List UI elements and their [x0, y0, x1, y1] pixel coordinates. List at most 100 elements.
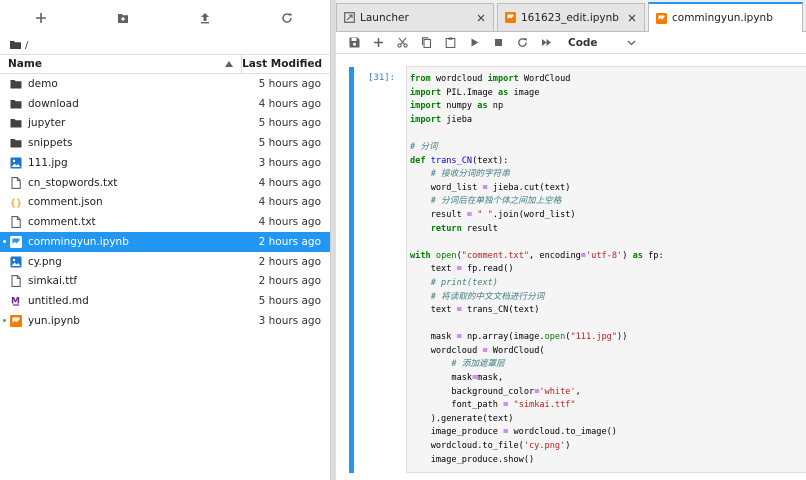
- name-column-header[interactable]: Name: [0, 55, 242, 73]
- file-name: 111.jpg: [28, 156, 68, 169]
- code-line[interactable]: with open("comment.txt", encoding='utf-8…: [410, 250, 806, 264]
- folder-icon[interactable]: [10, 40, 21, 50]
- file-name: jupyter: [28, 117, 66, 130]
- cut-button[interactable]: [390, 32, 414, 54]
- sort-ascending-icon: [225, 61, 233, 67]
- tab-161623-edit[interactable]: 161623_edit.ipynb: [497, 3, 645, 31]
- code-line[interactable]: # 将读取的中文文档进行分词: [410, 291, 806, 305]
- run-button[interactable]: [462, 32, 486, 54]
- code-line[interactable]: from wordcloud import WordCloud: [410, 73, 806, 87]
- code-line[interactable]: import jieba: [410, 114, 806, 128]
- modified-column-header[interactable]: Last Modified: [242, 58, 330, 70]
- file-item[interactable]: jupyter 5 hours ago: [0, 114, 330, 134]
- file-item[interactable]: cy.png 2 hours ago: [0, 252, 330, 272]
- file-modified: 5 hours ago: [258, 137, 321, 150]
- text-file-icon: [10, 176, 22, 189]
- code-line[interactable]: mask=mask,: [410, 372, 806, 386]
- file-item[interactable]: Muntitled.md 5 hours ago: [0, 291, 330, 311]
- paste-button[interactable]: [438, 32, 462, 54]
- file-modified: 5 hours ago: [258, 77, 321, 90]
- file-modified: 3 hours ago: [258, 156, 321, 169]
- run-all-button[interactable]: [534, 32, 558, 54]
- notebook-icon: [10, 314, 22, 327]
- refresh-icon: [282, 13, 292, 23]
- copy-button[interactable]: [414, 32, 438, 54]
- restart-button[interactable]: [510, 32, 534, 54]
- code-line[interactable]: [410, 318, 806, 332]
- code-line[interactable]: # 分词后在单独个体之间加上空格: [410, 195, 806, 209]
- code-line[interactable]: [410, 236, 806, 250]
- stop-button[interactable]: [486, 32, 510, 54]
- tab-label: 161623_edit.ipynb: [521, 11, 619, 24]
- code-line[interactable]: background_color='white',: [410, 386, 806, 400]
- file-item[interactable]: snippets 5 hours ago: [0, 133, 330, 153]
- code-line[interactable]: # print(text): [410, 277, 806, 291]
- code-line[interactable]: # 接收分词的字符串: [410, 168, 806, 182]
- code-line[interactable]: # 分词: [410, 141, 806, 155]
- notebook-icon: [656, 12, 667, 24]
- run-icon: [471, 38, 478, 47]
- file-browser-toolbar: [0, 0, 330, 36]
- code-editor[interactable]: from wordcloud import WordCloud import PI…: [406, 66, 806, 473]
- breadcrumb: /: [0, 36, 330, 54]
- code-line[interactable]: result = " ".join(word_list): [410, 209, 806, 223]
- cell-type-dropdown[interactable]: Code: [566, 34, 638, 52]
- code-line[interactable]: wordcloud.to_file('cy.png'): [410, 440, 806, 454]
- folder-icon: [10, 117, 22, 129]
- insert-cell-button[interactable]: [366, 32, 390, 54]
- file-modified: 4 hours ago: [258, 196, 321, 209]
- file-item[interactable]: yun.ipynb 3 hours ago: [0, 311, 330, 331]
- file-item[interactable]: download 4 hours ago: [0, 94, 330, 114]
- chevron-down-icon: [627, 40, 636, 45]
- fast-forward-icon: [541, 39, 551, 46]
- file-item[interactable]: simkai.ttf 2 hours ago: [0, 272, 330, 292]
- running-indicator: [3, 240, 6, 243]
- code-line[interactable]: import PIL.Image as image: [410, 87, 806, 101]
- code-line[interactable]: [410, 127, 806, 141]
- code-line[interactable]: text = trans_CN(text): [410, 304, 806, 318]
- tab-launcher[interactable]: Launcher: [336, 3, 494, 31]
- code-line[interactable]: font_path = "simkai.ttf": [410, 399, 806, 413]
- save-icon: [349, 37, 359, 48]
- code-line[interactable]: return result: [410, 223, 806, 237]
- cell-type-value: Code: [568, 36, 598, 49]
- file-modified: 5 hours ago: [258, 295, 321, 308]
- upload-icon: [201, 13, 209, 24]
- close-icon[interactable]: [627, 13, 637, 23]
- tab-commingyun[interactable]: commingyun.ipynb: [648, 2, 803, 32]
- code-line[interactable]: word_list = jieba.cut(text): [410, 182, 806, 196]
- folder-icon: [10, 98, 22, 110]
- close-icon[interactable]: [476, 13, 486, 23]
- code-line[interactable]: mask = np.array(image.open("111.jpg")): [410, 331, 806, 345]
- file-list-header: Name Last Modified: [0, 54, 330, 74]
- file-name: cn_stopwords.txt: [28, 176, 118, 189]
- file-name: demo: [28, 77, 58, 90]
- code-line[interactable]: def trans_CN(text):: [410, 155, 806, 169]
- refresh-button[interactable]: [246, 0, 328, 36]
- code-line[interactable]: text = fp.read(): [410, 263, 806, 277]
- file-name: comment.json: [28, 196, 103, 209]
- file-item[interactable]: commingyun.ipynb 2 hours ago: [0, 232, 330, 252]
- active-cell-indicator[interactable]: [349, 67, 354, 473]
- code-line[interactable]: image_produce = wordcloud.to_image(): [410, 426, 806, 440]
- new-folder-button[interactable]: [82, 0, 164, 36]
- code-line[interactable]: # 添加遮罩层: [410, 358, 806, 372]
- code-line[interactable]: ).generate(text): [410, 413, 806, 427]
- file-item[interactable]: cn_stopwords.txt 4 hours ago: [0, 173, 330, 193]
- code-line[interactable]: import numpy as np: [410, 100, 806, 114]
- new-launcher-button[interactable]: [0, 0, 82, 36]
- image-file-icon: [10, 256, 22, 268]
- cut-icon: [396, 37, 408, 48]
- file-modified: 4 hours ago: [258, 97, 321, 110]
- notebook-icon: [505, 12, 516, 23]
- breadcrumb-path[interactable]: /: [25, 40, 28, 51]
- save-button[interactable]: [342, 32, 366, 54]
- code-line[interactable]: image_produce.show(): [410, 454, 806, 468]
- file-list: demo 5 hours ago download 4 hours ago jupyte…: [0, 74, 330, 331]
- file-item[interactable]: comment.txt 4 hours ago: [0, 212, 330, 232]
- file-item[interactable]: demo 5 hours ago: [0, 74, 330, 94]
- upload-button[interactable]: [164, 0, 246, 36]
- code-line[interactable]: wordcloud = WordCloud(: [410, 345, 806, 359]
- file-item[interactable]: {} comment.json 4 hours ago: [0, 193, 330, 213]
- file-item[interactable]: 111.jpg 3 hours ago: [0, 153, 330, 173]
